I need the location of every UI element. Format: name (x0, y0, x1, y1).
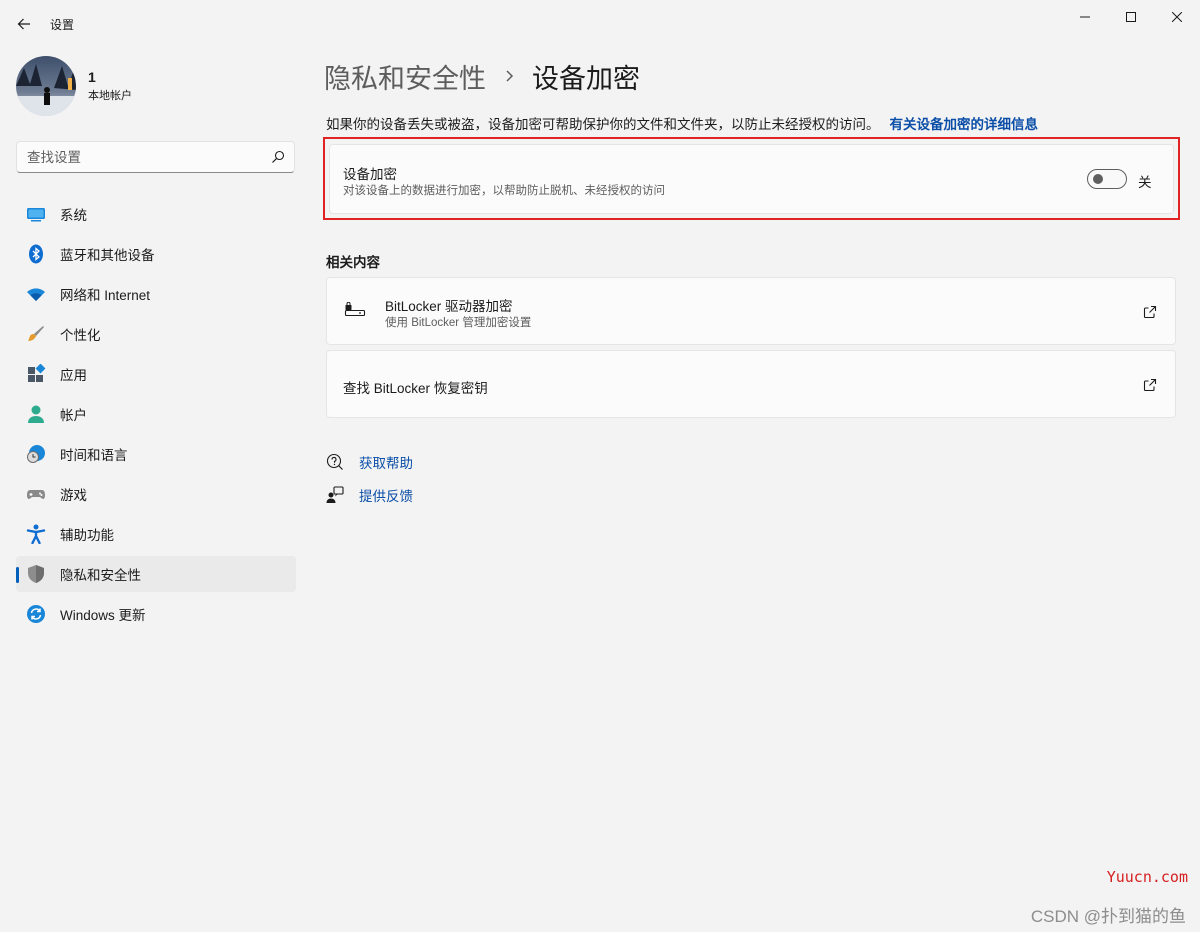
sidebar-item-label: 应用 (60, 368, 87, 383)
sidebar-item-label: 系统 (60, 208, 87, 223)
sidebar-item-time-language[interactable]: 时间和语言 (16, 436, 296, 472)
account-icon (26, 404, 46, 424)
sidebar-item-apps[interactable]: 应用 (16, 356, 296, 392)
maximize-button[interactable] (1108, 4, 1154, 30)
sidebar-item-system[interactable]: 系统 (16, 196, 296, 232)
sidebar-item-accessibility[interactable]: 辅助功能 (16, 516, 296, 552)
breadcrumb-parent[interactable]: 隐私和安全性 (324, 57, 486, 96)
sidebar-item-accounts[interactable]: 帐户 (16, 396, 296, 432)
get-help-row[interactable]: 获取帮助 (326, 452, 413, 472)
recovery-key-title: 查找 BitLocker 恢复密钥 (343, 381, 488, 396)
sidebar-item-bluetooth[interactable]: 蓝牙和其他设备 (16, 236, 296, 272)
time-language-icon (26, 444, 46, 464)
maximize-icon (1126, 12, 1136, 22)
breadcrumb: 隐私和安全性 设备加密 (324, 58, 640, 94)
search-box[interactable] (16, 141, 295, 173)
profile-name: 1 (88, 69, 96, 85)
feedback-link[interactable]: 提供反馈 (359, 485, 413, 505)
bitlocker-subtitle: 使用 BitLocker 管理加密设置 (385, 317, 532, 329)
description-text: 如果你的设备丢失或被盗，设备加密可帮助保护你的文件和文件夹，以防止未经授权的访问… (326, 117, 880, 132)
bluetooth-icon (26, 244, 46, 264)
minimize-button[interactable] (1062, 4, 1108, 30)
feedback-row[interactable]: 提供反馈 (326, 485, 413, 505)
get-help-link[interactable]: 获取帮助 (359, 452, 413, 472)
accessibility-icon (26, 524, 46, 544)
account-type: 本地帐户 (88, 90, 132, 102)
sidebar-item-label: Windows 更新 (60, 608, 146, 623)
page-description: 如果你的设备丢失或被盗，设备加密可帮助保护你的文件和文件夹，以防止未经授权的访问… (326, 113, 1038, 133)
sidebar-item-label: 帐户 (60, 408, 87, 423)
page-title: 设备加密 (532, 63, 640, 94)
back-arrow-icon (17, 18, 30, 30)
close-icon (1172, 12, 1182, 22)
sidebar-item-windows-update[interactable]: Windows 更新 (16, 596, 296, 632)
sidebar-item-label: 时间和语言 (60, 448, 128, 463)
search-input[interactable] (27, 142, 267, 172)
system-icon (26, 204, 46, 224)
sidebar-item-label: 网络和 Internet (60, 288, 151, 303)
sidebar-item-label: 蓝牙和其他设备 (60, 248, 155, 263)
author-watermark: CSDN @扑到猫的鱼 (1030, 907, 1186, 926)
external-link-icon (1143, 305, 1157, 319)
user-profile[interactable]: 1 本地帐户 (16, 56, 132, 116)
gamepad-icon (26, 484, 46, 504)
chevron-right-icon (506, 70, 514, 82)
bitlocker-title: BitLocker 驱动器加密 (385, 299, 513, 314)
sidebar-item-network[interactable]: 网络和 Internet (16, 276, 296, 312)
toggle-knob (1093, 174, 1103, 184)
apps-icon (26, 364, 46, 384)
close-button[interactable] (1154, 4, 1200, 30)
recovery-key-card[interactable]: 查找 BitLocker 恢复密钥 (326, 350, 1176, 418)
wifi-icon (26, 284, 46, 304)
encryption-title: 设备加密 (343, 167, 397, 182)
bitlocker-card[interactable]: BitLocker 驱动器加密 使用 BitLocker 管理加密设置 (326, 277, 1176, 345)
encryption-toggle[interactable] (1087, 169, 1127, 189)
site-watermark: Yuucn.com (1106, 868, 1188, 886)
external-link-icon (1143, 378, 1157, 392)
related-section-title: 相关内容 (326, 255, 380, 270)
encryption-subtitle: 对该设备上的数据进行加密，以帮助防止脱机、未经授权的访问 (343, 185, 665, 197)
search-icon[interactable] (271, 150, 285, 164)
sidebar-item-gaming[interactable]: 游戏 (16, 476, 296, 512)
avatar (16, 56, 76, 116)
toggle-state-label: 关 (1138, 175, 1152, 190)
app-title: 设置 (50, 18, 75, 32)
sidebar-item-personalization[interactable]: 个性化 (16, 316, 296, 352)
learn-more-link[interactable]: 有关设备加密的详细信息 (890, 117, 1039, 132)
sidebar-item-label: 个性化 (60, 328, 101, 343)
back-button[interactable] (10, 10, 38, 38)
help-chat-icon (326, 453, 344, 471)
feedback-icon (326, 486, 344, 504)
title-bar: 设置 (0, 0, 1200, 48)
shield-icon (26, 564, 46, 584)
selection-indicator (16, 567, 19, 583)
paintbrush-icon (26, 324, 46, 344)
sidebar-item-label: 辅助功能 (60, 528, 114, 543)
sidebar-item-label: 游戏 (60, 488, 87, 503)
sidebar-item-privacy-security[interactable]: 隐私和安全性 (16, 556, 296, 592)
sidebar-item-label: 隐私和安全性 (60, 568, 141, 583)
sidebar-nav: 系统 蓝牙和其他设备 网络和 Internet 个性化 应用 帐户 时间和语言 … (16, 196, 296, 636)
windows-update-icon (26, 604, 46, 624)
minimize-icon (1080, 16, 1090, 18)
drive-lock-icon (344, 302, 366, 317)
device-encryption-card: 设备加密 对该设备上的数据进行加密，以帮助防止脱机、未经授权的访问 关 (329, 144, 1174, 214)
